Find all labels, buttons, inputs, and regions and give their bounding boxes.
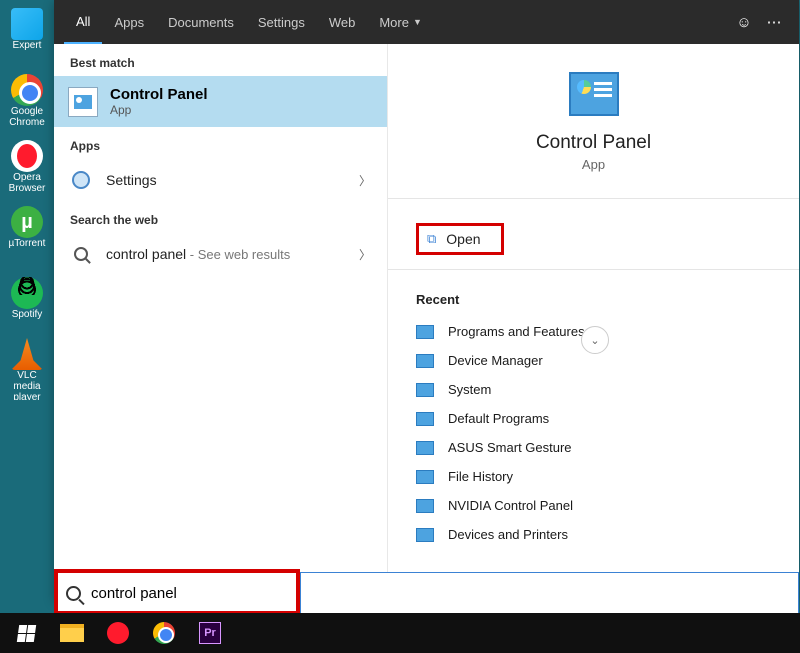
gear-icon xyxy=(70,169,92,191)
result-web-search[interactable]: control panel - See web results 〉 xyxy=(54,233,387,275)
taskbar-premiere[interactable]: Pr xyxy=(190,616,230,650)
chevron-down-icon: ▼ xyxy=(413,17,422,27)
search-icon xyxy=(66,586,81,601)
control-panel-large-icon xyxy=(569,72,619,116)
search-bar xyxy=(54,573,799,613)
panel-item-icon xyxy=(416,325,434,339)
utorrent-icon: µ xyxy=(11,206,43,238)
search-panel: All Apps Documents Settings Web More▼ ☺ … xyxy=(54,0,799,600)
control-panel-icon xyxy=(68,87,98,117)
result-settings[interactable]: Settings 〉 xyxy=(54,159,387,201)
taskbar-explorer[interactable] xyxy=(52,616,92,650)
opera-icon xyxy=(107,622,129,644)
chevron-right-icon: 〉 xyxy=(359,172,371,189)
chrome-icon xyxy=(11,74,43,106)
tab-settings[interactable]: Settings xyxy=(246,0,317,44)
divider xyxy=(388,269,799,270)
best-match-title: Control Panel xyxy=(110,86,208,103)
desktop: Expert Google Chrome Opera Browser µµTor… xyxy=(0,0,54,613)
open-button[interactable]: ⧉ Open xyxy=(416,223,504,255)
recent-item[interactable]: System xyxy=(412,375,775,404)
desktop-icon-utorrent[interactable]: µµTorrent xyxy=(3,204,51,268)
desktop-icon-opera[interactable]: Opera Browser xyxy=(3,138,51,202)
edge-icon xyxy=(11,8,43,40)
folder-icon xyxy=(60,624,84,642)
windows-icon xyxy=(16,625,35,642)
tab-web[interactable]: Web xyxy=(317,0,368,44)
search-input[interactable] xyxy=(91,585,787,602)
taskbar: Pr xyxy=(0,613,800,653)
desktop-icon-edge[interactable]: Expert xyxy=(3,6,51,70)
panel-item-icon xyxy=(416,383,434,397)
best-match-subtitle: App xyxy=(110,103,208,117)
panel-item-icon xyxy=(416,441,434,455)
expand-chevron[interactable]: ⌄ xyxy=(581,326,609,354)
chrome-icon xyxy=(153,622,175,644)
search-icon xyxy=(70,243,92,265)
taskbar-opera[interactable] xyxy=(98,616,138,650)
tab-all[interactable]: All xyxy=(64,0,102,44)
start-button[interactable] xyxy=(6,616,46,650)
recent-item[interactable]: NVIDIA Control Panel xyxy=(412,491,775,520)
best-match-heading: Best match xyxy=(54,44,387,76)
recent-heading: Recent xyxy=(388,284,799,317)
apps-heading: Apps xyxy=(54,127,387,159)
panel-item-icon xyxy=(416,354,434,368)
recent-item[interactable]: File History xyxy=(412,462,775,491)
search-web-heading: Search the web xyxy=(54,201,387,233)
more-options-icon[interactable]: ⋯ xyxy=(759,13,789,31)
tab-apps[interactable]: Apps xyxy=(102,0,156,44)
feedback-icon[interactable]: ☺ xyxy=(729,14,759,31)
spotify-icon xyxy=(11,277,43,309)
recent-item[interactable]: Default Programs xyxy=(412,404,775,433)
vlc-icon xyxy=(11,338,43,370)
panel-item-icon xyxy=(416,499,434,513)
panel-item-icon xyxy=(416,528,434,542)
divider xyxy=(388,198,799,199)
tab-more[interactable]: More▼ xyxy=(367,0,434,44)
premiere-icon: Pr xyxy=(199,622,221,644)
opera-icon xyxy=(11,140,43,172)
search-tabs: All Apps Documents Settings Web More▼ ☺ … xyxy=(54,0,799,44)
desktop-icon-chrome[interactable]: Google Chrome xyxy=(3,72,51,136)
taskbar-chrome[interactable] xyxy=(144,616,184,650)
recent-item[interactable]: Devices and Printers xyxy=(412,520,775,549)
best-match-item[interactable]: Control Panel App xyxy=(54,76,387,127)
desktop-icon-spotify[interactable]: Spotify xyxy=(3,270,51,334)
detail-title: Control Panel xyxy=(408,132,779,154)
results-right: Control Panel App ⧉ Open ⌄ Recent Progra… xyxy=(388,44,799,600)
open-icon: ⧉ xyxy=(427,231,436,247)
results-left: Best match Control Panel App Apps Settin… xyxy=(54,44,388,600)
recent-item[interactable]: ASUS Smart Gesture xyxy=(412,433,775,462)
panel-item-icon xyxy=(416,470,434,484)
detail-subtitle: App xyxy=(408,157,779,172)
panel-item-icon xyxy=(416,412,434,426)
chevron-right-icon: 〉 xyxy=(359,246,371,263)
tab-documents[interactable]: Documents xyxy=(156,0,246,44)
desktop-icon-vlc[interactable]: VLC media player xyxy=(3,336,51,400)
